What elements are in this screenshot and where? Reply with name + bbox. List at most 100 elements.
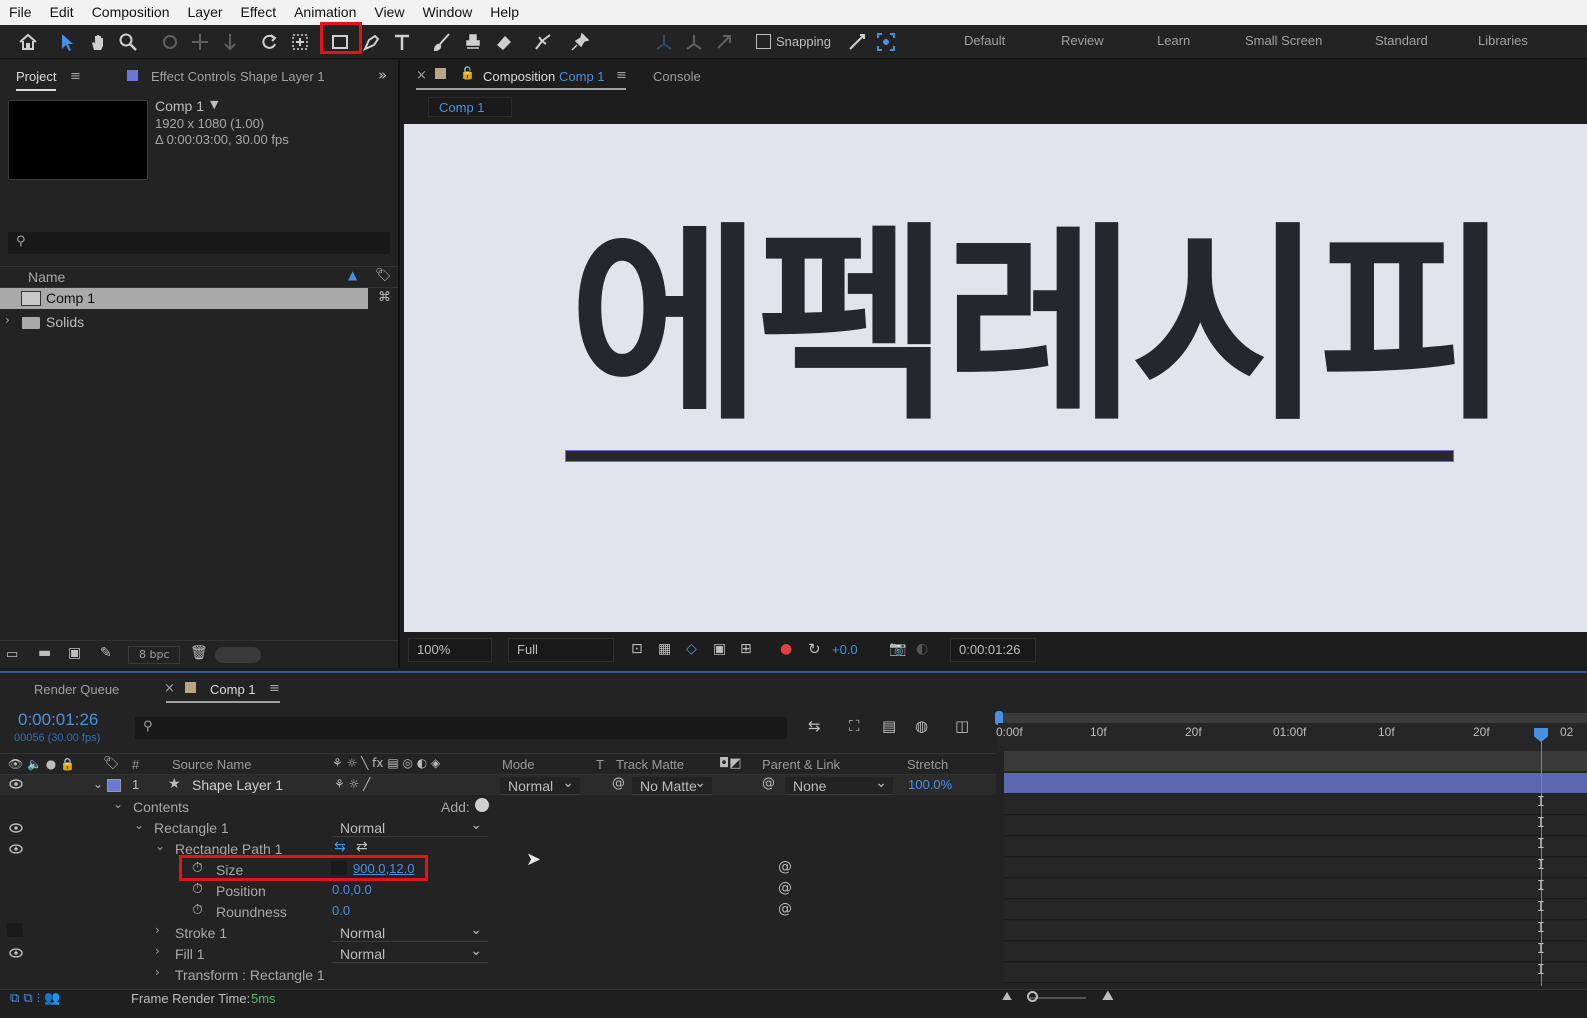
bit-depth-button[interactable]: 8 bpc xyxy=(128,646,180,664)
workspace-libraries[interactable]: Libraries xyxy=(1478,33,1528,48)
work-area-bar[interactable] xyxy=(998,713,1587,723)
workspace-small-screen[interactable]: Small Screen xyxy=(1245,33,1322,48)
column-name[interactable]: Name xyxy=(28,269,65,285)
stroke-group[interactable]: Stroke 1 xyxy=(175,925,227,941)
current-time-display[interactable]: 0:00:01:26 xyxy=(18,710,98,730)
layer-mode-dropdown[interactable]: Normal xyxy=(500,773,580,795)
label-tag-icon[interactable]: 🏷 xyxy=(375,268,392,283)
zoom-out-icon[interactable]: ⛰ xyxy=(1002,989,1012,1004)
flowchart-icon[interactable]: ⌘ xyxy=(378,290,391,305)
puppet-pin-tool-icon[interactable] xyxy=(568,30,592,54)
menu-layer[interactable]: Layer xyxy=(179,0,232,25)
layer-label-color[interactable] xyxy=(107,779,121,792)
menu-edit[interactable]: Edit xyxy=(41,0,83,25)
sort-asc-icon[interactable]: ▲ xyxy=(348,268,357,282)
expression-spiral-icon[interactable]: @ xyxy=(778,901,792,917)
layer-duration-bar[interactable] xyxy=(1004,773,1587,793)
matte-link-spiral-icon[interactable]: @ xyxy=(612,776,625,791)
fill-group[interactable]: Fill 1 xyxy=(175,946,205,962)
grid-icon[interactable]: ⊞ xyxy=(740,641,752,657)
type-tool-icon[interactable] xyxy=(390,30,414,54)
zoom-dropdown[interactable]: 100% xyxy=(408,638,492,662)
pan-camera-icon[interactable] xyxy=(188,30,212,54)
layer-name[interactable]: Shape Layer 1 xyxy=(192,777,283,793)
exposure-value[interactable]: +0.0 xyxy=(832,642,858,657)
stopwatch-icon[interactable]: ⏱ xyxy=(192,902,203,918)
brush-tool-icon[interactable] xyxy=(430,30,454,54)
selected-rectangle-shape[interactable] xyxy=(565,450,1454,462)
zoom-tool-icon[interactable] xyxy=(116,30,140,54)
timeline-zoom-handle[interactable] xyxy=(1027,991,1038,1002)
expression-spiral-icon[interactable]: @ xyxy=(778,880,792,896)
close-icon[interactable]: × xyxy=(164,681,175,696)
new-comp-icon[interactable]: ▣ xyxy=(68,645,81,661)
menu-effect[interactable]: Effect xyxy=(232,0,286,25)
workspace-standard[interactable]: Standard xyxy=(1375,33,1428,48)
chevron-right-icon[interactable]: › xyxy=(5,313,10,327)
tab-composition[interactable]: Composition xyxy=(483,69,555,84)
stroke-blend-dropdown[interactable]: Normal xyxy=(332,920,488,942)
axis-view-icon[interactable] xyxy=(712,30,736,54)
workspace-learn[interactable]: Learn xyxy=(1157,33,1190,48)
composition-canvas[interactable]: 에펙레시피 xyxy=(404,124,1587,632)
roto-brush-tool-icon[interactable] xyxy=(531,30,555,54)
project-item-comp[interactable]: Comp 1 xyxy=(0,288,368,309)
position-value[interactable]: 0.0,0.0 xyxy=(332,882,372,897)
snapshot-camera-icon[interactable]: 📷 xyxy=(889,641,906,657)
panel-menu-icon[interactable]: ≡ xyxy=(616,68,627,83)
axis-world-icon[interactable] xyxy=(682,30,706,54)
frame-blending-icon[interactable]: ▤ xyxy=(882,717,896,735)
dolly-camera-icon[interactable] xyxy=(218,30,242,54)
tab-effect-controls[interactable]: Effect Controls xyxy=(151,69,236,84)
rotation-tool-icon[interactable] xyxy=(257,30,281,54)
track-matte-dropdown[interactable]: No Matte xyxy=(632,773,712,795)
time-ruler[interactable]: 0:00f 10f 20f 01:00f 10f 20f 02 xyxy=(996,723,1587,751)
pen-tool-icon[interactable] xyxy=(360,30,384,54)
project-settings-icon[interactable]: ✎ xyxy=(100,645,112,661)
stopwatch-icon[interactable]: ⏱ xyxy=(192,881,203,897)
project-search-input[interactable]: ⚲ xyxy=(8,232,390,254)
add-play-icon[interactable] xyxy=(475,798,489,812)
shy-layers-icon[interactable]: ⛶ xyxy=(849,717,860,735)
zoom-in-icon[interactable]: ⛰ xyxy=(1102,988,1114,1004)
path-direction-reverse-icon[interactable]: ⇄ xyxy=(356,839,368,855)
timeline-search-input[interactable]: ⚲ xyxy=(135,717,787,739)
chevron-down-icon[interactable]: ⌄ xyxy=(155,839,165,853)
menu-window[interactable]: Window xyxy=(413,0,481,25)
chevron-right-icon[interactable]: › xyxy=(155,965,160,979)
fill-blend-dropdown[interactable]: Normal xyxy=(332,941,488,963)
visibility-eye-icon[interactable] xyxy=(9,844,23,854)
tab-project[interactable]: Project xyxy=(16,69,57,91)
visibility-toggle-off[interactable] xyxy=(7,923,23,937)
viewer-timecode[interactable]: 0:00:01:26 xyxy=(950,638,1036,662)
parent-dropdown[interactable]: None xyxy=(785,773,893,795)
snap-edges-icon[interactable] xyxy=(845,30,869,54)
axis-local-icon[interactable] xyxy=(652,30,676,54)
path-direction-icon[interactable]: ⇆ xyxy=(334,839,346,855)
tab-console[interactable]: Console xyxy=(653,69,701,84)
column-source-name[interactable]: Source Name xyxy=(172,757,251,772)
close-icon[interactable]: × xyxy=(416,68,427,83)
eraser-tool-icon[interactable] xyxy=(492,30,516,54)
channel-icon[interactable]: ● xyxy=(780,641,792,657)
graph-editor-icon[interactable]: ◫ xyxy=(955,717,969,735)
footer-toggle-icons[interactable]: ⧉ ⧉ ⫶ 👥 xyxy=(10,991,60,1006)
workspace-default[interactable]: Default xyxy=(964,33,1005,48)
thumbnail-slider[interactable] xyxy=(215,647,261,663)
menu-composition[interactable]: Composition xyxy=(83,0,179,25)
roundness-value[interactable]: 0.0 xyxy=(332,903,350,918)
chevron-down-icon[interactable]: ⌄ xyxy=(134,818,144,832)
menu-help[interactable]: Help xyxy=(481,0,528,25)
parent-pickwhip-icon[interactable]: @ xyxy=(762,776,775,791)
chevron-down-icon[interactable]: ⌄ xyxy=(113,797,123,811)
rectangle-group[interactable]: Rectangle 1 xyxy=(154,820,229,836)
reset-exposure-icon[interactable]: ↻ xyxy=(808,640,821,658)
visibility-eye-icon[interactable] xyxy=(9,779,23,789)
orbit-camera-icon[interactable] xyxy=(158,30,182,54)
hand-tool-icon[interactable] xyxy=(86,30,110,54)
panel-menu-icon[interactable]: ≡ xyxy=(70,69,81,84)
menu-view[interactable]: View xyxy=(365,0,413,25)
home-icon[interactable] xyxy=(16,30,40,54)
motion-blur-icon[interactable]: ◍ xyxy=(915,717,928,735)
workspace-review[interactable]: Review xyxy=(1061,33,1104,48)
